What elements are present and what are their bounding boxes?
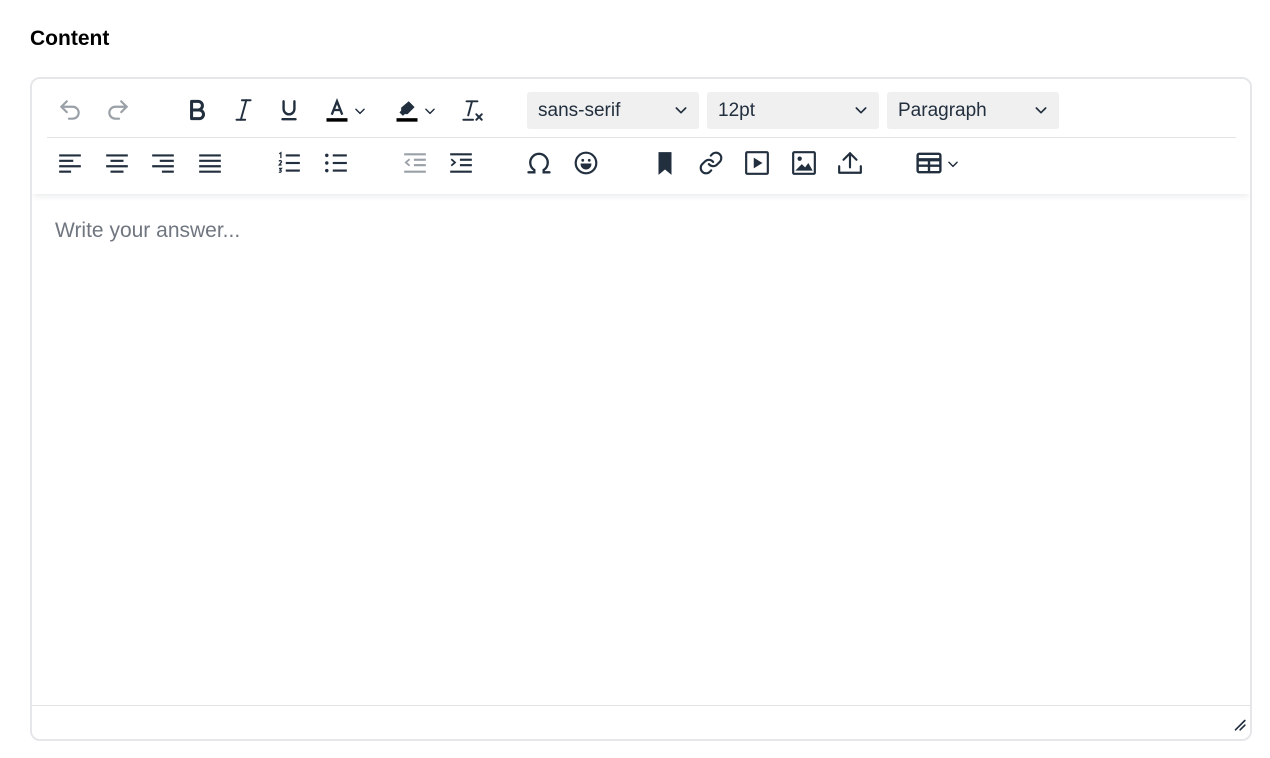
editor-content-area[interactable]: Write your answer... (32, 194, 1250, 708)
chevron-down-icon (855, 107, 867, 114)
italic-icon (235, 99, 252, 121)
text-color-icon (326, 98, 348, 122)
chevron-down-icon (1035, 107, 1047, 114)
highlight-color-icon (396, 101, 418, 122)
highlight-color-button[interactable] (387, 93, 439, 127)
indent-icon (450, 153, 472, 173)
emoji-icon (574, 151, 598, 175)
underline-button[interactable] (272, 93, 306, 127)
font-family-value: sans-serif (538, 99, 621, 121)
toolbar-divider (47, 137, 1236, 138)
image-button[interactable] (787, 146, 821, 180)
bold-button[interactable] (180, 93, 214, 127)
chevron-down-icon (355, 108, 365, 115)
chevron-down-icon (675, 107, 687, 114)
undo-button[interactable] (53, 93, 87, 127)
numbered-list-icon (277, 151, 300, 173)
chevron-down-icon (948, 161, 958, 168)
align-right-button[interactable] (146, 146, 180, 180)
align-center-icon (106, 154, 128, 173)
editor-toolbar: sans-serif 12pt Paragraph (32, 79, 1250, 194)
undo-icon (60, 100, 80, 120)
align-left-button[interactable] (53, 146, 87, 180)
media-icon (745, 151, 769, 175)
align-justify-icon (199, 154, 221, 173)
editor-placeholder: Write your answer... (55, 219, 241, 242)
bullet-list-icon (325, 153, 347, 173)
table-button[interactable] (910, 146, 962, 180)
image-icon (792, 151, 816, 175)
align-left-icon (59, 154, 81, 173)
italic-button[interactable] (226, 93, 260, 127)
redo-icon (108, 100, 128, 120)
remove-format-icon (462, 100, 483, 121)
special-character-button[interactable] (522, 146, 556, 180)
font-family-select[interactable]: sans-serif (527, 92, 699, 129)
align-center-button[interactable] (100, 146, 134, 180)
table-icon (916, 152, 942, 174)
link-button[interactable] (694, 146, 728, 180)
bookmark-icon (658, 152, 672, 175)
block-format-value: Paragraph (898, 99, 987, 121)
media-button[interactable] (740, 146, 774, 180)
underline-icon (281, 100, 297, 121)
font-size-value: 12pt (718, 99, 755, 121)
block-format-select[interactable]: Paragraph (887, 92, 1059, 129)
upload-icon (838, 152, 862, 174)
indent-button[interactable] (444, 146, 478, 180)
redo-button[interactable] (101, 93, 135, 127)
rich-text-editor: sans-serif 12pt Paragraph Write your ans… (30, 77, 1252, 741)
bold-icon (190, 99, 205, 121)
numbered-list-button[interactable] (272, 146, 306, 180)
align-right-icon (152, 154, 174, 173)
bookmark-button[interactable] (648, 146, 682, 180)
special-character-icon (527, 152, 551, 174)
emoji-button[interactable] (569, 146, 603, 180)
bullet-list-button[interactable] (319, 146, 353, 180)
text-color-button[interactable] (317, 93, 369, 127)
editor-statusbar (32, 705, 1250, 739)
remove-format-button[interactable] (455, 93, 489, 127)
resize-handle-icon (1234, 719, 1246, 731)
link-icon (699, 151, 723, 175)
upload-button[interactable] (833, 146, 867, 180)
field-label: Content (30, 27, 110, 50)
resize-handle[interactable] (1232, 717, 1246, 736)
outdent-button[interactable] (398, 146, 432, 180)
font-size-select[interactable]: 12pt (707, 92, 879, 129)
outdent-icon (404, 153, 426, 173)
align-justify-button[interactable] (193, 146, 227, 180)
chevron-down-icon (425, 108, 435, 115)
